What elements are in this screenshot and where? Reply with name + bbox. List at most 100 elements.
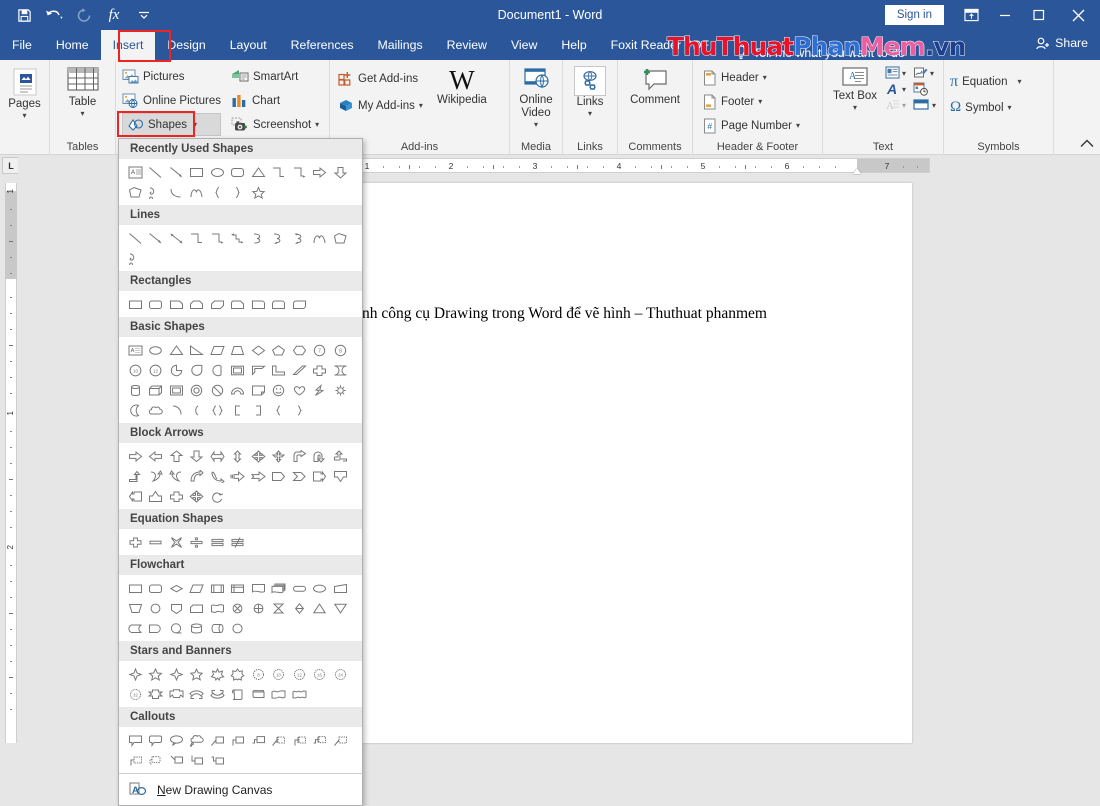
- callout-oval-icon[interactable]: [166, 730, 187, 750]
- chevron-down-icon[interactable]: ▾: [758, 98, 762, 106]
- shape-frame-icon[interactable]: [228, 360, 249, 380]
- shape-block-arc-icon[interactable]: [228, 380, 249, 400]
- shape-right-brace-icon[interactable]: [289, 400, 310, 420]
- shape-sun-icon[interactable]: [330, 380, 351, 400]
- shape-quad-arrow-callout-icon[interactable]: [269, 446, 290, 466]
- shape-right-arrow-callout-icon[interactable]: [310, 466, 331, 486]
- flowchart-manual-operation-icon[interactable]: [125, 598, 146, 618]
- flowchart-multidocument-icon[interactable]: [269, 578, 290, 598]
- table-button[interactable]: Table ▾: [50, 60, 115, 118]
- comment-button[interactable]: Comment: [618, 60, 692, 107]
- shape-curved-down-arrow-icon[interactable]: [207, 466, 228, 486]
- shape-cross-icon[interactable]: [310, 360, 331, 380]
- online-pictures-button[interactable]: Online Pictures: [122, 89, 221, 112]
- chevron-down-icon[interactable]: ▾: [902, 86, 906, 94]
- shape-plaque-icon[interactable]: [330, 360, 351, 380]
- shape-no-symbol-icon[interactable]: [207, 380, 228, 400]
- shape-up-arrow-callout-icon[interactable]: [146, 486, 167, 506]
- shape-elbow-arrow-connector-icon[interactable]: [289, 162, 310, 182]
- date-time-icon[interactable]: [913, 82, 929, 96]
- flowchart-magnetic-disk-icon[interactable]: [187, 618, 208, 638]
- tab-insert[interactable]: Insert: [101, 30, 156, 60]
- callout-rounded-rectangular-icon[interactable]: [146, 730, 167, 750]
- shape-diamond-icon[interactable]: [248, 340, 269, 360]
- shape-oval-icon[interactable]: [207, 162, 228, 182]
- smartart-button[interactable]: SmartArt: [231, 65, 319, 88]
- flowchart-card-icon[interactable]: [187, 598, 208, 618]
- tab-file[interactable]: File: [0, 30, 44, 60]
- chevron-down-icon[interactable]: ▾: [930, 70, 934, 78]
- chevron-down-icon[interactable]: ▾: [588, 110, 592, 118]
- object-icon[interactable]: [913, 98, 930, 112]
- shape-cloud-icon[interactable]: [146, 400, 167, 420]
- document-page[interactable]: nh công cụ Drawing trong Word để vẽ hình…: [340, 183, 912, 743]
- shapes-button[interactable]: Shapes ▾: [122, 113, 221, 136]
- shape-cube-icon[interactable]: [146, 380, 167, 400]
- shape-rectangle-icon[interactable]: [187, 162, 208, 182]
- pictures-button[interactable]: Pictures: [122, 65, 221, 88]
- flowchart-delay-icon[interactable]: [146, 618, 167, 638]
- right-indent-marker[interactable]: [853, 168, 861, 174]
- tab-design[interactable]: Design: [155, 30, 217, 60]
- shape-moon-icon[interactable]: [125, 400, 146, 420]
- flowchart-internal-storage-icon[interactable]: [228, 578, 249, 598]
- tell-me-box[interactable]: Tell me what you want to do: [735, 45, 905, 60]
- flowchart-stored-data-icon[interactable]: [125, 618, 146, 638]
- wikipedia-button[interactable]: W Wikipedia: [431, 67, 493, 107]
- shape-vertical-scroll-icon[interactable]: [228, 684, 249, 704]
- screenshot-button[interactable]: Screenshot ▾: [231, 113, 319, 136]
- shape-left-brace-icon[interactable]: [269, 400, 290, 420]
- shape-not-equal-icon[interactable]: [228, 532, 249, 552]
- shape-snip-single-corner-rectangle-icon[interactable]: [166, 294, 187, 314]
- shape-star-7-point-icon[interactable]: [187, 664, 208, 684]
- flowchart-decision-icon[interactable]: [166, 578, 187, 598]
- shape-round-diagonal-corner-rectangle-icon[interactable]: [289, 294, 310, 314]
- shape-star-10-point-icon[interactable]: [228, 664, 249, 684]
- flowchart-alternate-process-icon[interactable]: [146, 578, 167, 598]
- shape-dodecagon-icon[interactable]: 12: [146, 360, 167, 380]
- shape-curved-up-ribbon-icon[interactable]: [187, 684, 208, 704]
- shape-parallelogram-icon[interactable]: [207, 340, 228, 360]
- new-drawing-canvas-item[interactable]: A New Drawing Canvas: [119, 773, 362, 805]
- chevron-down-icon[interactable]: ▾: [853, 104, 857, 112]
- shape-cross-arrow-icon[interactable]: [166, 486, 187, 506]
- flowchart-collate-icon[interactable]: [269, 598, 290, 618]
- shape-line-arrow-icon[interactable]: [166, 162, 187, 182]
- undo-icon[interactable]: [40, 3, 68, 27]
- shape-line-icon[interactable]: [125, 228, 146, 248]
- shapes-grid-recently-used[interactable]: A: [119, 159, 362, 205]
- shape-quad-arrow-icon[interactable]: [187, 486, 208, 506]
- shape-curved-down-ribbon-icon[interactable]: [207, 684, 228, 704]
- chevron-down-icon[interactable]: ▾: [80, 110, 84, 118]
- shape-oval-icon[interactable]: [146, 340, 167, 360]
- tab-references[interactable]: References: [279, 30, 366, 60]
- shape-horizontal-scroll-icon[interactable]: [248, 684, 269, 704]
- flowchart-punched-tape-icon[interactable]: [207, 598, 228, 618]
- flowchart-off-page-connector-icon[interactable]: [166, 598, 187, 618]
- shape-explosion-16-icon[interactable]: 16: [310, 664, 331, 684]
- chevron-down-icon[interactable]: ▾: [1017, 78, 1021, 86]
- chevron-down-icon[interactable]: ▾: [534, 121, 538, 129]
- shape-can-icon[interactable]: [125, 380, 146, 400]
- chevron-down-icon[interactable]: ▾: [419, 102, 423, 110]
- shape-triangle-icon[interactable]: [248, 162, 269, 182]
- shapes-grid-stars-and-banners[interactable]: 8 10 12 16 24 32: [119, 661, 362, 707]
- online-video-button[interactable]: Online Video ▾: [510, 60, 562, 129]
- shape-division-icon[interactable]: [187, 532, 208, 552]
- chevron-down-icon[interactable]: ▾: [22, 112, 26, 120]
- shape-right-square-bracket-icon[interactable]: [248, 400, 269, 420]
- shape-star-5-point-icon[interactable]: [146, 664, 167, 684]
- formula-icon[interactable]: fx: [100, 3, 128, 27]
- shape-freeform-icon[interactable]: [330, 228, 351, 248]
- shape-line-double-arrow-icon[interactable]: [166, 228, 187, 248]
- flowchart-summing-junction-icon[interactable]: [228, 598, 249, 618]
- shape-right-arrow-icon[interactable]: [125, 446, 146, 466]
- shape-snip-diagonal-corner-rectangle-icon[interactable]: [207, 294, 228, 314]
- quick-parts-icon[interactable]: [885, 66, 900, 80]
- shape-rounded-rectangle-icon[interactable]: [146, 294, 167, 314]
- shape-plus-icon[interactable]: [125, 532, 146, 552]
- shape-pentagon-arrow-icon[interactable]: [269, 466, 290, 486]
- flowchart-display-icon[interactable]: [228, 618, 249, 638]
- shape-left-right-arrow-icon[interactable]: [207, 446, 228, 466]
- shape-equal-icon[interactable]: [207, 532, 228, 552]
